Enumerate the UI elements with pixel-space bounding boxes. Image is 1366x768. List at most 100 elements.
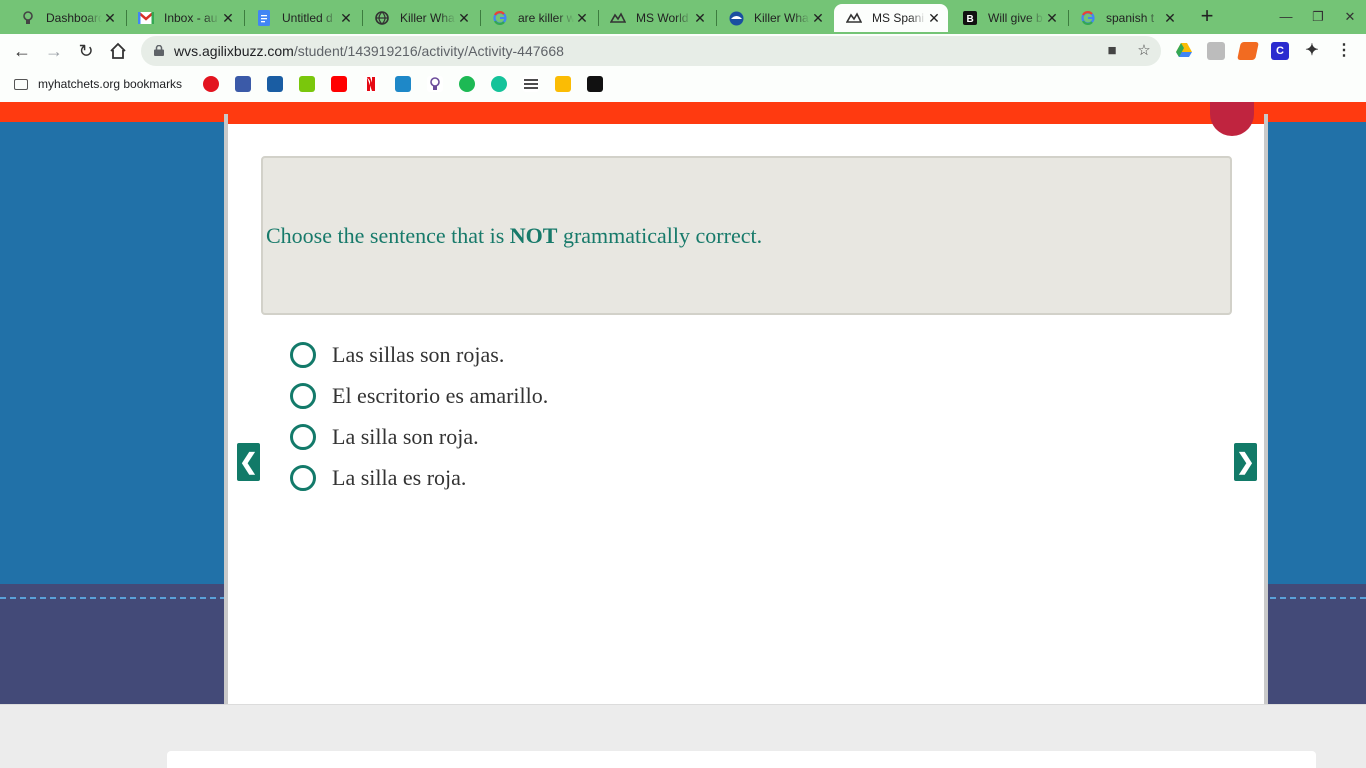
youtube-icon[interactable] [331, 76, 347, 92]
tab-google-search-2[interactable]: spanish t ✕ [1068, 4, 1184, 32]
close-icon[interactable]: ✕ [456, 10, 472, 26]
bookmark-calendar-icon[interactable] [235, 76, 251, 92]
bulb-bookmark-icon[interactable] [427, 76, 443, 92]
waves-icon[interactable] [523, 76, 539, 92]
camera-icon[interactable]: ■ [1103, 42, 1121, 60]
noaa-icon [728, 10, 744, 26]
grammarly-icon[interactable] [491, 76, 507, 92]
google-drive-icon[interactable] [1175, 42, 1193, 60]
google-icon [492, 10, 508, 26]
bookmark-red-icon[interactable] [203, 76, 219, 92]
radio-button[interactable] [290, 423, 316, 450]
close-icon[interactable]: ✕ [220, 10, 236, 26]
close-icon[interactable]: ✕ [338, 10, 354, 26]
previous-arrow-button[interactable]: ❮ [237, 443, 260, 481]
svg-text:B: B [967, 14, 974, 25]
tab-killer-whale-2[interactable]: Killer Wha ✕ [716, 4, 832, 32]
extension-c-icon[interactable]: C [1271, 42, 1289, 60]
tab-title: Killer Wha [400, 11, 455, 25]
meet-icon[interactable] [555, 76, 571, 92]
download-icon[interactable] [395, 76, 411, 92]
bookmark-p-icon[interactable] [267, 76, 283, 92]
close-icon[interactable]: ✕ [1044, 10, 1060, 26]
answer-options: Las sillas son rojas. El escritorio es a… [290, 334, 548, 498]
docs-icon [256, 10, 272, 26]
puzzle-icon[interactable]: ✦ [1303, 42, 1321, 60]
close-icon[interactable]: ✕ [810, 10, 826, 26]
duolingo-icon[interactable] [299, 76, 315, 92]
radio-button[interactable] [290, 341, 316, 368]
address-bar[interactable]: wvs.agilixbuzz.com/student/143919216/act… [141, 36, 1161, 66]
tab-title: are killer w [518, 11, 574, 25]
back-icon[interactable]: ← [10, 39, 34, 63]
close-icon[interactable]: ✕ [926, 10, 942, 26]
globe-icon [374, 10, 390, 26]
page-viewport: Choose the sentence that is NOT grammati… [0, 102, 1366, 704]
bookmarks-bar: myhatchets.org bookmarks [0, 68, 1366, 102]
tab-strip: Dashboard ✕ Inbox - au ✕ Untitled d ✕ Ki… [0, 0, 1366, 34]
tab-title: spanish t [1106, 11, 1155, 25]
agilix-icon [846, 10, 862, 26]
footer-panel [167, 751, 1316, 768]
answer-option[interactable]: El escritorio es amarillo. [290, 375, 548, 416]
option-label: El escritorio es amarillo. [332, 382, 549, 408]
tab-title: MS World [636, 11, 689, 25]
bookmarks-folder[interactable]: myhatchets.org bookmarks [14, 77, 182, 91]
tab-title: MS Spani [872, 11, 925, 25]
browser-toolbar: ← → ↻ wvs.agilixbuzz.com/student/1439192… [0, 34, 1366, 68]
next-arrow-button[interactable]: ❯ [1234, 443, 1257, 481]
option-label: La silla es roja. [332, 464, 467, 490]
close-icon[interactable]: ✕ [574, 10, 590, 26]
new-tab-button[interactable]: + [1196, 5, 1218, 28]
forward-icon[interactable]: → [42, 39, 66, 63]
option-label: La silla son roja. [332, 423, 479, 449]
tab-title: Dashboard [46, 11, 102, 25]
minimize-icon[interactable]: — [1277, 8, 1295, 26]
menu-dots-icon[interactable]: ⋮ [1335, 42, 1353, 60]
extension-orange-icon[interactable] [1237, 42, 1259, 60]
question-box: Choose the sentence that is NOT grammati… [261, 156, 1232, 315]
tab-ms-spanish[interactable]: MS Spani ✕ [834, 4, 948, 32]
tab-title: Will give b [988, 11, 1043, 25]
close-window-icon[interactable]: ✕ [1341, 8, 1359, 26]
close-icon[interactable]: ✕ [1162, 10, 1178, 26]
bookmark-star-icon[interactable]: ☆ [1135, 42, 1153, 60]
spotify-icon[interactable] [459, 76, 475, 92]
extension-icon[interactable] [1207, 42, 1225, 60]
google-icon [1080, 10, 1096, 26]
option-label: Las sillas son rojas. [332, 341, 505, 367]
home-icon[interactable] [106, 39, 130, 63]
folder-icon [14, 78, 28, 90]
radio-button[interactable] [290, 382, 316, 409]
tab-title: Inbox - au [164, 11, 218, 25]
agilix-icon [610, 10, 626, 26]
brainly-bookmark-icon[interactable] [587, 76, 603, 92]
close-icon[interactable]: ✕ [102, 10, 118, 26]
footer-area [0, 704, 1366, 768]
tab-title: Untitled d [282, 11, 333, 25]
brainly-icon: B [962, 10, 978, 26]
answer-option[interactable]: Las sillas son rojas. [290, 334, 548, 375]
activity-card: Choose the sentence that is NOT grammati… [224, 102, 1268, 704]
answer-option[interactable]: La silla es roja. [290, 457, 548, 498]
tab-ms-world[interactable]: MS World ✕ [598, 4, 714, 32]
tab-dashboard[interactable]: Dashboard ✕ [8, 4, 124, 32]
restore-icon[interactable]: ❐ [1309, 8, 1327, 26]
tab-google-search-1[interactable]: are killer w ✕ [480, 4, 596, 32]
close-icon[interactable]: ✕ [692, 10, 708, 26]
netflix-icon[interactable] [363, 76, 379, 92]
activity-badge [1210, 102, 1254, 136]
tab-inbox[interactable]: Inbox - au ✕ [126, 4, 242, 32]
bulb-icon [20, 10, 36, 26]
tab-killer-whale-1[interactable]: Killer Wha ✕ [362, 4, 478, 32]
card-header-strip [228, 114, 1264, 124]
radio-button[interactable] [290, 464, 316, 491]
tab-title: Killer Wha [754, 11, 809, 25]
tab-untitled-doc[interactable]: Untitled d ✕ [244, 4, 360, 32]
reload-icon[interactable]: ↻ [74, 39, 98, 63]
tab-brainly[interactable]: B Will give b ✕ [950, 4, 1066, 32]
gmail-icon [138, 10, 154, 26]
url-text: wvs.agilixbuzz.com/student/143919216/act… [174, 43, 564, 59]
lock-icon [154, 45, 164, 56]
answer-option[interactable]: La silla son roja. [290, 416, 548, 457]
